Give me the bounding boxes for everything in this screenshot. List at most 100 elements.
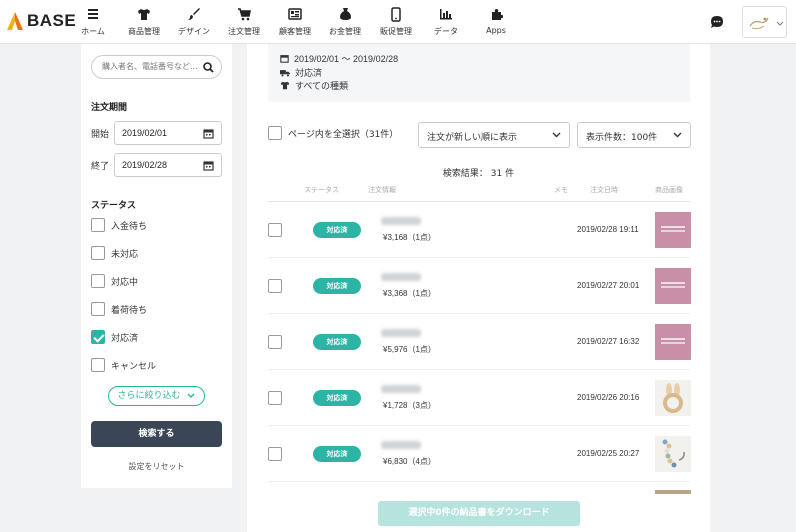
- filter-sidebar: 注文期間 開始 2019/02/01 終了 2019/02/28 ステータス 入…: [81, 44, 232, 488]
- status-unhandled[interactable]: 未対応: [91, 245, 138, 261]
- order-price: ¥3,368（1点）: [383, 289, 436, 298]
- home-icon: [88, 9, 98, 19]
- search-icon[interactable]: [203, 62, 214, 73]
- status-awaiting-payment[interactable]: 入金待ち: [91, 217, 147, 233]
- per-page-select[interactable]: 表示件数：100件: [577, 122, 691, 148]
- chevron-down-icon: [673, 132, 682, 138]
- chevron-down-icon: [552, 132, 561, 138]
- customer-name-blurred[interactable]: [381, 273, 421, 281]
- tshirt-icon: [138, 8, 150, 20]
- status-awaiting-delivery[interactable]: 着荷待ち: [91, 301, 147, 317]
- row-checkbox[interactable]: [268, 279, 282, 293]
- start-date-value: 2019/02/01: [122, 128, 168, 138]
- select-all-checkbox[interactable]: [268, 126, 282, 140]
- product-thumbnail[interactable]: [655, 436, 691, 472]
- reset-filters-link[interactable]: 設定をリセット: [81, 461, 232, 472]
- chevron-down-icon: [187, 393, 195, 398]
- top-navigation: BASE ホーム 商品管理 デザイン 注文管理 顧客管理 お金管理 販促管理 デ…: [0, 0, 796, 44]
- tent-icon: [7, 12, 23, 30]
- select-all-label: ページ内を全選択（31件）: [288, 129, 399, 140]
- status-checkbox[interactable]: [91, 302, 105, 316]
- row-checkbox[interactable]: [268, 391, 282, 405]
- customer-card-icon: [288, 8, 302, 20]
- row-checkbox[interactable]: [268, 335, 282, 349]
- customer-name-blurred[interactable]: [381, 217, 421, 225]
- row-checkbox[interactable]: [268, 447, 282, 461]
- user-menu[interactable]: [742, 6, 787, 38]
- order-row[interactable]: 対応済 ¥1,728（3点） 2019/02/26 20:16: [268, 370, 691, 426]
- order-price: ¥3,168（1点）: [383, 233, 436, 242]
- status-badge: 対応済: [313, 390, 361, 406]
- download-invoices-button[interactable]: 選択中0件の納品書をダウンロード: [378, 501, 580, 526]
- product-thumbnail[interactable]: [655, 212, 691, 248]
- order-date: 2019/02/26 20:16: [577, 393, 640, 402]
- status-label: 未対応: [111, 249, 139, 260]
- status-badge: 対応済: [313, 334, 361, 350]
- search-button[interactable]: 検索する: [91, 421, 222, 447]
- summary-status: 対応済: [280, 66, 322, 79]
- order-row[interactable]: 対応済 ¥5,976（1点） 2019/02/27 16:32: [268, 314, 691, 370]
- order-row[interactable]: 対応済 ¥3,368（1点） 2019/02/27 20:01: [268, 258, 691, 314]
- nav-label: Apps: [486, 26, 506, 35]
- product-thumbnail[interactable]: [655, 380, 691, 416]
- status-label: キャンセル: [111, 361, 157, 372]
- customer-name-blurred[interactable]: [381, 329, 421, 337]
- more-filters-button[interactable]: さらに絞り込む: [108, 386, 205, 406]
- status-label: 入金待ち: [111, 221, 148, 232]
- start-date-field[interactable]: 2019/02/01: [114, 121, 222, 145]
- status-badge: 対応済: [313, 278, 361, 294]
- column-header-product-image: 商品画像: [655, 186, 683, 194]
- calendar-icon[interactable]: [203, 160, 214, 171]
- orders-panel: 2019/02/01 〜 2019/02/28 対応済 すべての種類 ページ内を…: [247, 44, 710, 532]
- status-checkbox[interactable]: [91, 218, 105, 232]
- brush-icon: [188, 8, 200, 20]
- status-badge: 対応済: [313, 446, 361, 462]
- summary-type: すべての種類: [280, 79, 348, 92]
- status-checkbox[interactable]: [91, 274, 105, 288]
- bunny-teether-image: [663, 383, 683, 413]
- column-header-status: ステータス: [304, 186, 339, 194]
- nav-apps[interactable]: Apps: [466, 6, 526, 35]
- smartphone-icon: [391, 6, 401, 22]
- order-period-title: 注文期間: [91, 103, 128, 113]
- status-cancelled[interactable]: キャンセル: [91, 357, 156, 373]
- truck-icon: [280, 69, 290, 76]
- status-badge: 対応済: [313, 222, 361, 238]
- status-label: 着荷待ち: [111, 305, 148, 316]
- money-bag-icon: [339, 8, 351, 20]
- customer-name-blurred[interactable]: [381, 385, 421, 393]
- end-date-field[interactable]: 2019/02/28: [114, 153, 222, 177]
- end-date-label: 終了: [91, 162, 110, 172]
- column-header-order-date: 注文日時: [590, 186, 618, 194]
- customer-name-blurred[interactable]: [381, 441, 421, 449]
- status-checkbox[interactable]: [91, 246, 105, 260]
- sort-order-select[interactable]: 注文が新しい順に表示: [418, 122, 570, 148]
- row-checkbox[interactable]: [268, 223, 282, 237]
- calendar-icon[interactable]: [203, 128, 214, 139]
- start-date-label: 開始: [91, 130, 110, 140]
- order-row-partial[interactable]: [268, 482, 691, 494]
- select-all-row[interactable]: ページ内を全選択（31件）: [268, 126, 398, 140]
- status-label: 対応済: [111, 333, 139, 344]
- status-in-progress[interactable]: 対応中: [91, 273, 138, 289]
- summary-period: 2019/02/01 〜 2019/02/28: [280, 52, 398, 65]
- status-checkbox-checked[interactable]: [91, 330, 105, 344]
- order-price: ¥6,830（4点）: [383, 457, 436, 466]
- status-label: 対応中: [111, 277, 139, 288]
- column-header-order-info: 注文情報: [368, 186, 396, 194]
- chat-icon[interactable]: [710, 15, 724, 29]
- per-page-value: 表示件数：100件: [586, 133, 658, 143]
- order-row[interactable]: 対応済 ¥6,830（4点） 2019/02/25 20:27: [268, 426, 691, 482]
- customer-search-box[interactable]: [91, 55, 222, 79]
- order-row[interactable]: 対応済 ¥3,168（1点） 2019/02/28 19:11: [268, 202, 691, 258]
- product-thumbnail[interactable]: [655, 490, 691, 494]
- product-thumbnail[interactable]: [655, 324, 691, 360]
- chevron-down-icon: [776, 21, 784, 26]
- sort-order-value: 注文が新しい順に表示: [427, 133, 518, 143]
- customer-search-input[interactable]: [102, 62, 207, 71]
- order-date: 2019/02/27 16:32: [577, 337, 640, 346]
- status-completed[interactable]: 対応済: [91, 329, 138, 345]
- product-thumbnail[interactable]: [655, 268, 691, 304]
- status-checkbox[interactable]: [91, 358, 105, 372]
- more-filters-label: さらに絞り込む: [117, 391, 181, 401]
